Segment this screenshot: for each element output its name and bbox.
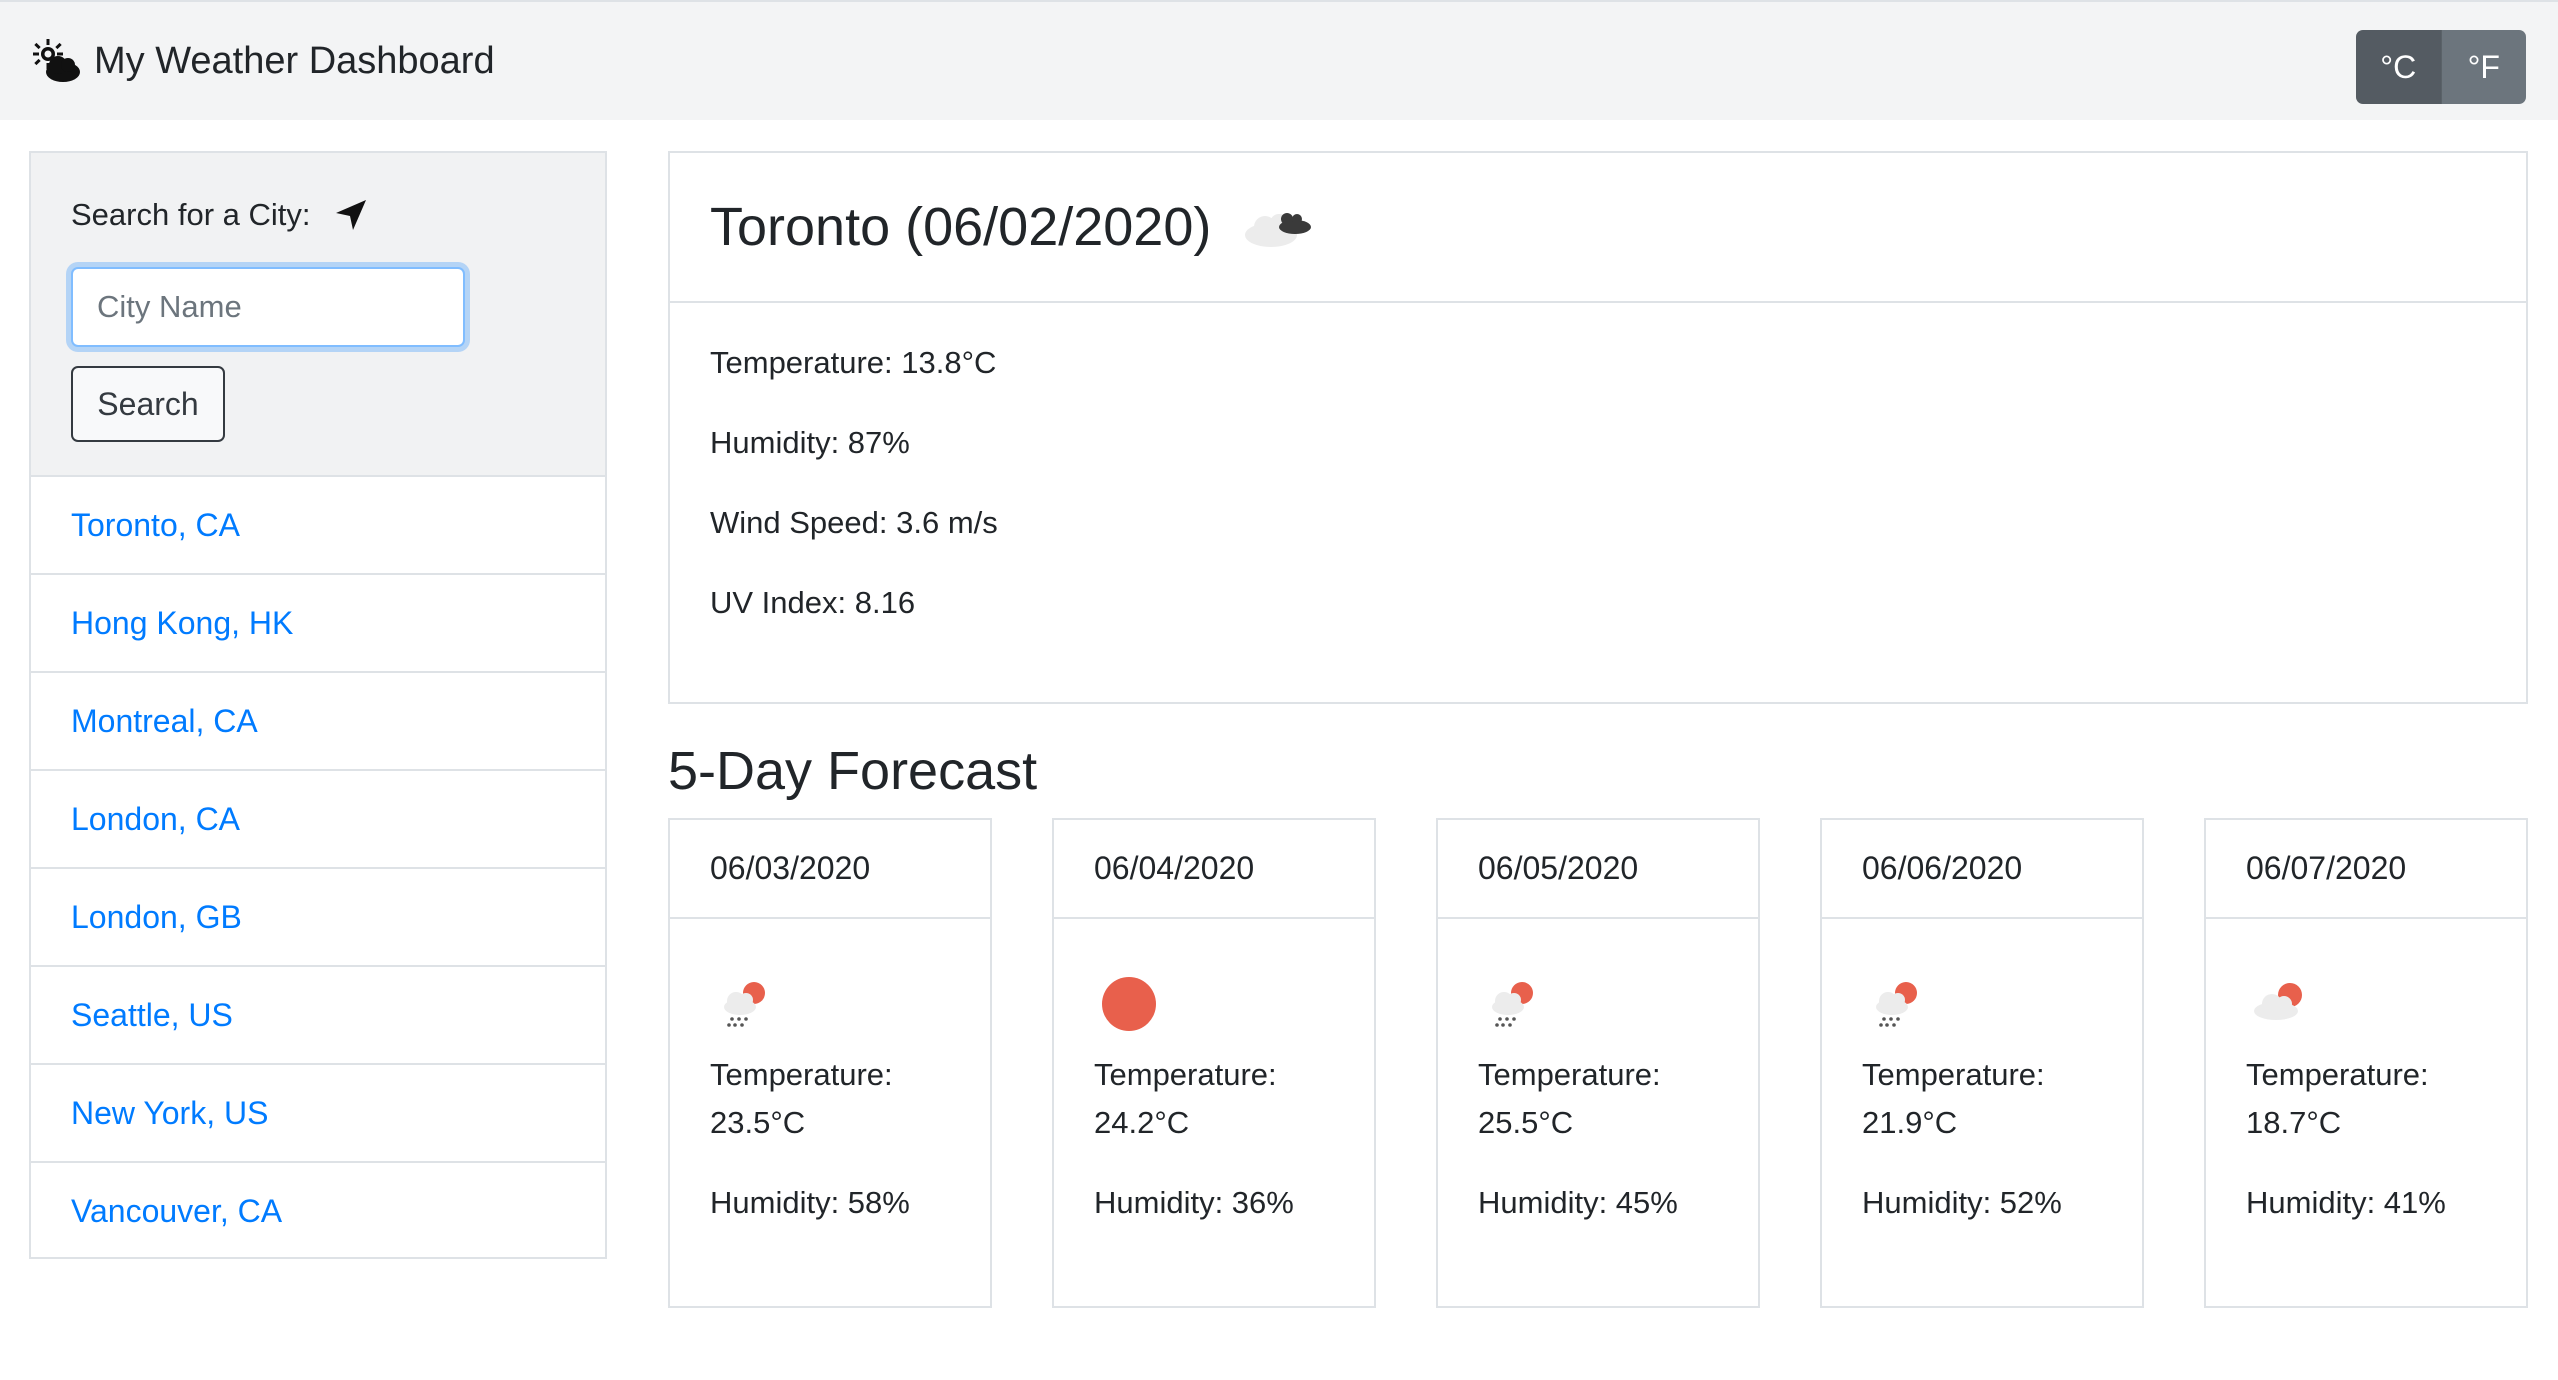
rain-sun-icon <box>1492 982 1533 1027</box>
city-list-item[interactable]: Toronto, CA <box>31 477 605 575</box>
forecast-date: 06/07/2020 <box>2206 820 2526 919</box>
forecast-title: 5-Day Forecast <box>668 741 1038 801</box>
search-button[interactable]: Search <box>71 366 225 442</box>
broken-clouds-icon <box>1245 213 1312 247</box>
celsius-button[interactable]: °C <box>2356 30 2441 104</box>
forecast-body: Temperature: 25.5°C Humidity: 45% <box>1438 919 1758 1227</box>
location-arrow-icon[interactable] <box>334 198 368 232</box>
city-list-item[interactable]: New York, US <box>31 1065 605 1163</box>
forecast-body: Temperature: 18.7°C Humidity: 41% <box>2206 919 2526 1227</box>
city-link[interactable]: London, GB <box>71 899 242 936</box>
forecast-humidity: Humidity: 45% <box>1478 1185 1678 1220</box>
city-list-item[interactable]: London, CA <box>31 771 605 869</box>
forecast-temperature-label: Temperature: <box>2246 1057 2429 1092</box>
current-uv-index: UV Index: 8.16 <box>710 585 916 620</box>
city-link[interactable]: Vancouver, CA <box>71 1193 282 1230</box>
forecast-temperature-label: Temperature: <box>710 1057 893 1092</box>
search-panel: Search for a City: Search <box>31 153 605 477</box>
forecast-temperature: 24.2°C <box>1094 1105 1190 1140</box>
navbar: My Weather Dashboard °C °F <box>0 0 2558 120</box>
sidebar: Search for a City: Search Toronto, CA Hon… <box>29 151 607 1259</box>
brand[interactable]: My Weather Dashboard <box>30 38 495 84</box>
city-link[interactable]: Hong Kong, HK <box>71 605 293 642</box>
fahrenheit-button[interactable]: °F <box>2440 30 2526 104</box>
forecast-date: 06/06/2020 <box>1822 820 2142 919</box>
city-link[interactable]: Montreal, CA <box>71 703 258 740</box>
forecast-temperature-label: Temperature: <box>1478 1057 1661 1092</box>
forecast-card: 06/05/2020 Temperature: 25.5°C Humidity: 45… <box>1436 818 1760 1308</box>
forecast-temperature: 23.5°C <box>710 1105 806 1140</box>
city-list-item[interactable]: Seattle, US <box>31 967 605 1065</box>
forecast-date: 06/03/2020 <box>670 820 990 919</box>
forecast-body: Temperature: 23.5°C Humidity: 58% <box>670 919 990 1227</box>
city-link[interactable]: Seattle, US <box>71 997 233 1034</box>
forecast-humidity: Humidity: 58% <box>710 1185 910 1220</box>
forecast-temperature: 21.9°C <box>1862 1105 1958 1140</box>
forecast-date: 06/04/2020 <box>1054 820 1374 919</box>
cloud-sun-icon <box>2254 983 2302 1020</box>
clear-sun-icon <box>1102 977 1156 1031</box>
forecast-card: 06/04/2020 Temperature: 24.2°C Humidity: 36… <box>1052 818 1376 1308</box>
rain-sun-icon <box>1876 982 1917 1027</box>
current-weather-body: Temperature: 13.8°C Humidity: 87% Wind S… <box>670 303 2526 623</box>
city-list-item[interactable]: London, GB <box>31 869 605 967</box>
city-search-input[interactable] <box>71 267 465 347</box>
city-list-item[interactable]: Vancouver, CA <box>31 1163 605 1259</box>
city-history-list: Toronto, CA Hong Kong, HK Montreal, CA Lond… <box>31 477 605 1259</box>
forecast-humidity: Humidity: 52% <box>1862 1185 2062 1220</box>
forecast-body: Temperature: 21.9°C Humidity: 52% <box>1822 919 2142 1227</box>
current-wind-speed: Wind Speed: 3.6 m/s <box>710 505 998 540</box>
current-city-title: Toronto (06/02/2020) <box>710 197 1212 257</box>
forecast-card: 06/06/2020 Temperature: 21.9°C Humidity: 52… <box>1820 818 2144 1308</box>
city-list-item[interactable]: Hong Kong, HK <box>31 575 605 673</box>
forecast-card: 06/07/2020 Temperature: 18.7°C Humidity: 41… <box>2204 818 2528 1308</box>
city-link[interactable]: Toronto, CA <box>71 507 240 544</box>
current-temperature: Temperature: 13.8°C <box>710 345 997 380</box>
cloud-sun-icon <box>33 39 80 82</box>
search-label: Search for a City: <box>71 197 311 232</box>
forecast-row: 06/03/2020 Temperature: 23.5°C Humidity: 58… <box>668 818 2528 1308</box>
rain-sun-icon <box>724 982 765 1027</box>
forecast-body: Temperature: 24.2°C Humidity: 36% <box>1054 919 1374 1227</box>
city-link[interactable]: London, CA <box>71 801 240 838</box>
current-weather-card: Toronto (06/02/2020) Temperature: 13.8°C… <box>668 151 2528 704</box>
forecast-card: 06/03/2020 Temperature: 23.5°C Humidity: 58… <box>668 818 992 1308</box>
forecast-humidity: Humidity: 36% <box>1094 1185 1294 1220</box>
forecast-temperature-label: Temperature: <box>1862 1057 2045 1092</box>
forecast-temperature: 18.7°C <box>2246 1105 2342 1140</box>
forecast-temperature: 25.5°C <box>1478 1105 1574 1140</box>
forecast-date: 06/05/2020 <box>1438 820 1758 919</box>
app-title: My Weather Dashboard <box>94 40 495 82</box>
forecast-temperature-label: Temperature: <box>1094 1057 1277 1092</box>
current-humidity: Humidity: 87% <box>710 425 910 460</box>
search-label-row: Search for a City: <box>71 197 368 233</box>
forecast-humidity: Humidity: 41% <box>2246 1185 2446 1220</box>
current-weather-header: Toronto (06/02/2020) <box>670 153 2526 303</box>
city-link[interactable]: New York, US <box>71 1095 268 1132</box>
city-list-item[interactable]: Montreal, CA <box>31 673 605 771</box>
unit-toggle: °C °F <box>2356 30 2526 104</box>
